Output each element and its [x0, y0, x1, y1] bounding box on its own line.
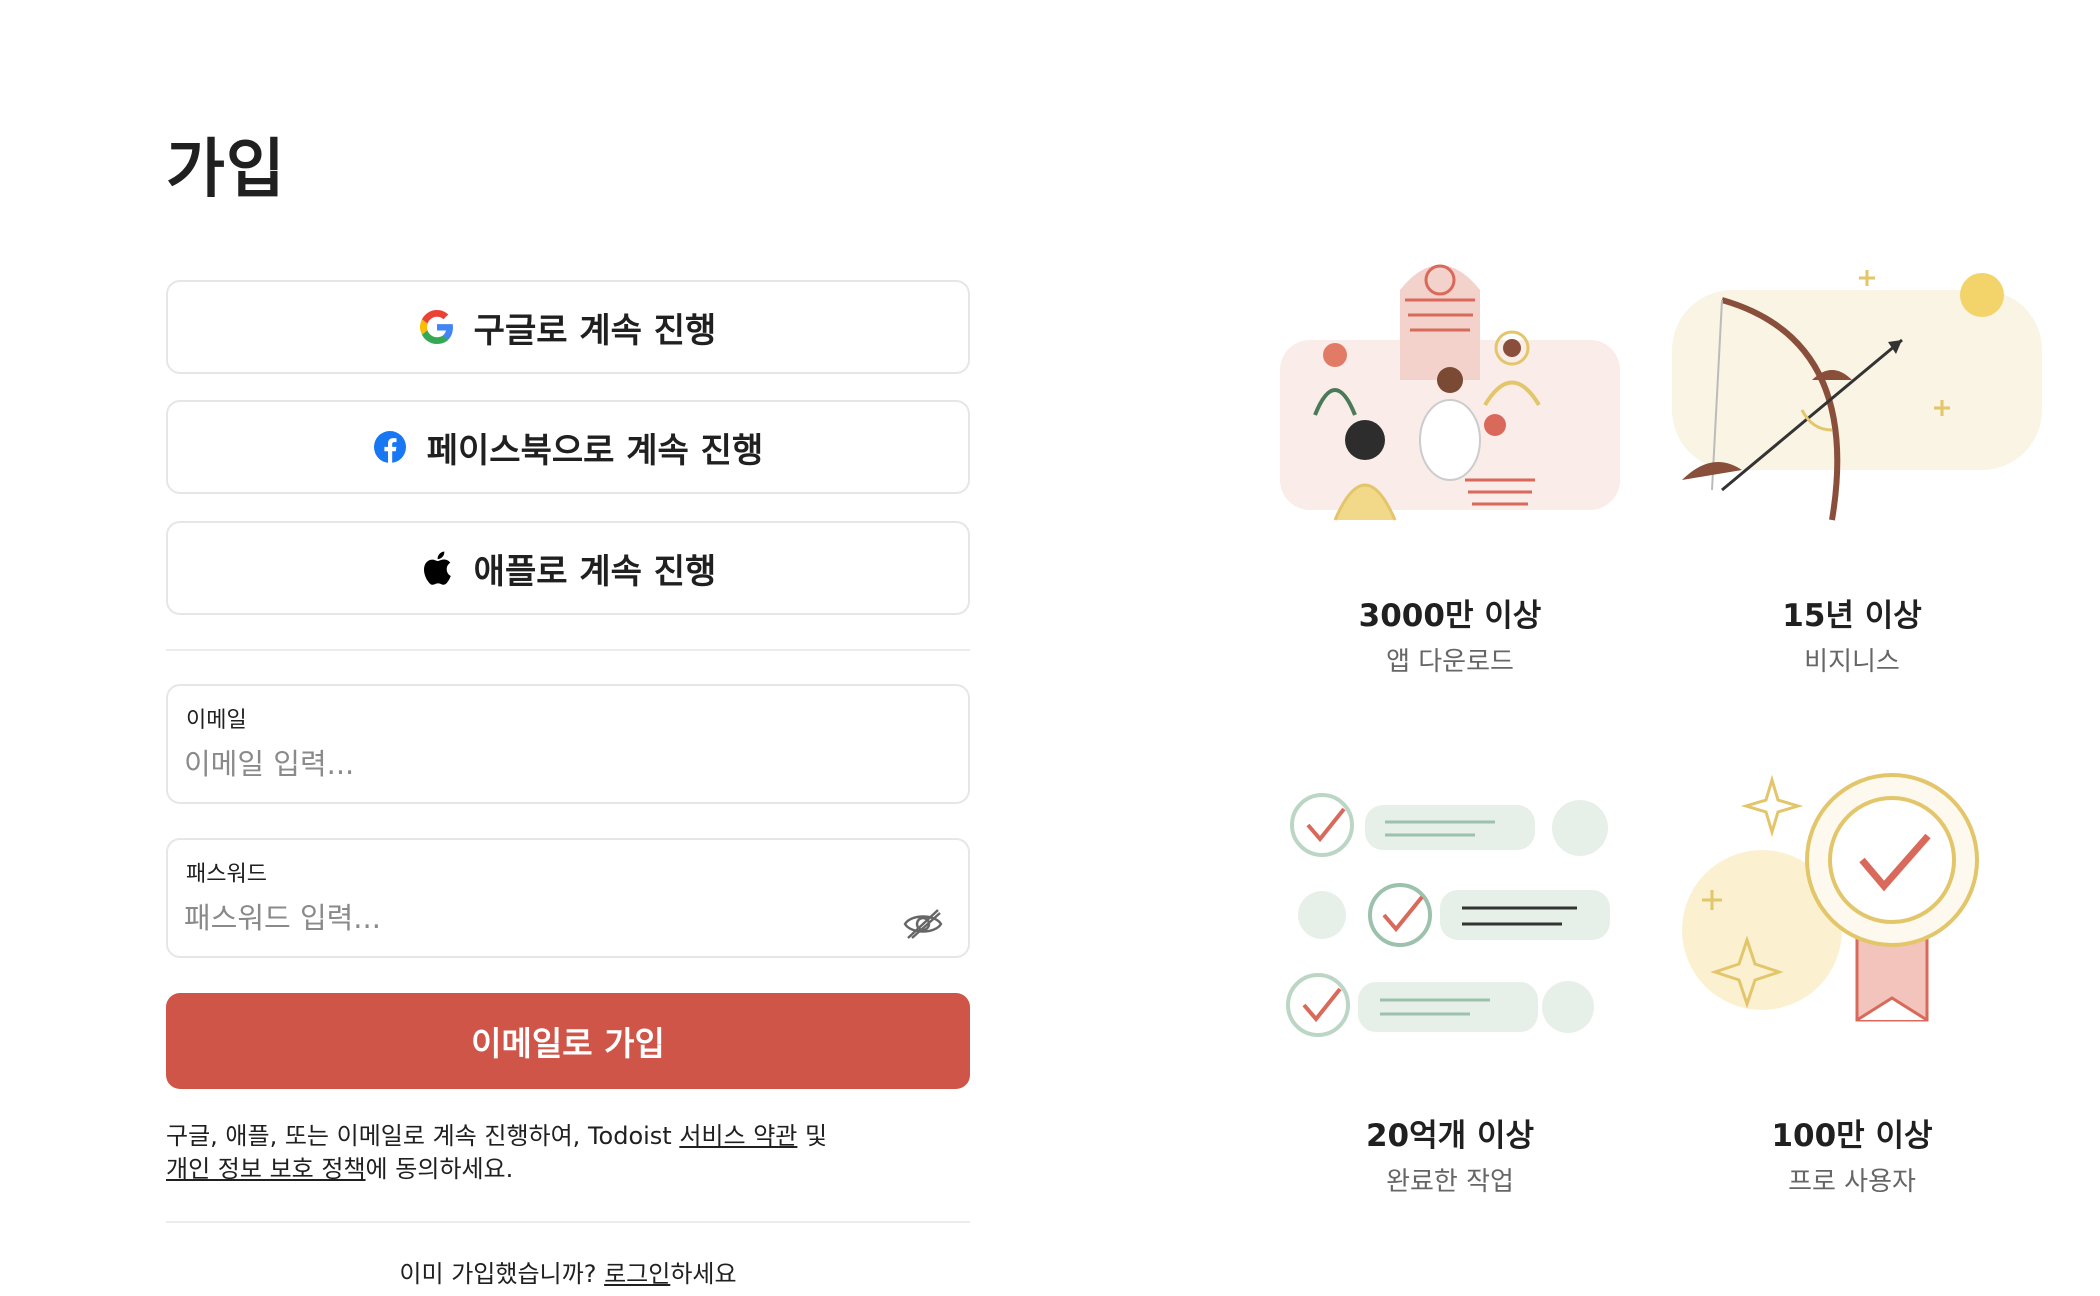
apple-button-label: 애플로 계속 진행 [473, 551, 717, 592]
stat-number: 15년 이상 [1782, 598, 1922, 634]
stat-caption: 앱 다운로드 [1386, 647, 1514, 677]
stat-number: 100만 이상 [1771, 1118, 1933, 1154]
stat-pro-users: 100만 이상 프로 사용자 [1652, 1110, 2052, 1198]
google-button-label: 구글로 계속 진행 [473, 310, 717, 351]
stat-caption: 비지니스 [1804, 647, 1900, 677]
service-terms-link[interactable]: 서비스 약관 [679, 1122, 797, 1150]
facebook-signup-button[interactable]: 페이스북으로 계속 진행 [166, 400, 970, 494]
email-signup-button[interactable]: 이메일로 가입 [166, 993, 970, 1089]
password-label: 패스워드 [186, 862, 267, 887]
stat-caption: 프로 사용자 [1788, 1167, 1916, 1197]
stat-caption: 완료한 작업 [1386, 1167, 1514, 1197]
privacy-policy-link[interactable]: 개인 정보 보호 정책 [166, 1155, 366, 1183]
facebook-icon [373, 430, 407, 464]
google-signup-button[interactable]: 구글로 계속 진행 [166, 280, 970, 374]
email-input[interactable] [184, 742, 884, 786]
divider [166, 1221, 970, 1223]
apple-signup-button[interactable]: 애플로 계속 진행 [166, 521, 970, 615]
apple-icon [420, 551, 454, 585]
stat-number: 3000만 이상 [1358, 598, 1542, 634]
award-badge-illustration [1652, 750, 2052, 1050]
divider [166, 649, 970, 651]
terms-suffix: 에 동의하세요. [365, 1155, 514, 1183]
terms-prefix: 구글, 애플, 또는 이메일로 계속 진행하여, Todoist [166, 1122, 680, 1150]
login-link[interactable]: 로그인 [604, 1260, 670, 1288]
stat-tasks: 20억개 이상 완료한 작업 [1250, 1110, 1650, 1198]
stat-years: 15년 이상 비지니스 [1652, 590, 2052, 678]
terms-text: 구글, 애플, 또는 이메일로 계속 진행하여, Todoist 서비스 약관 … [166, 1120, 970, 1186]
page-title: 가입 [166, 133, 286, 207]
bow-and-arrow-illustration [1652, 230, 2052, 530]
checklist-illustration [1250, 750, 1650, 1050]
password-field[interactable]: 패스워드 [166, 838, 970, 958]
email-field[interactable]: 이메일 [166, 684, 970, 804]
eye-off-icon[interactable] [902, 906, 944, 942]
people-community-illustration [1250, 230, 1650, 530]
email-label: 이메일 [186, 708, 247, 733]
google-icon [419, 310, 454, 344]
password-input[interactable] [184, 896, 884, 940]
facebook-button-label: 페이스북으로 계속 진행 [426, 430, 764, 471]
login-suffix: 하세요 [670, 1260, 737, 1288]
stat-downloads: 3000만 이상 앱 다운로드 [1250, 590, 1650, 678]
terms-middle: 및 [797, 1122, 828, 1150]
login-prompt: 이미 가입했습니까? 로그인하세요 [166, 1254, 970, 1289]
login-prefix: 이미 가입했습니까? [399, 1260, 605, 1288]
stat-number: 20억개 이상 [1365, 1118, 1534, 1154]
